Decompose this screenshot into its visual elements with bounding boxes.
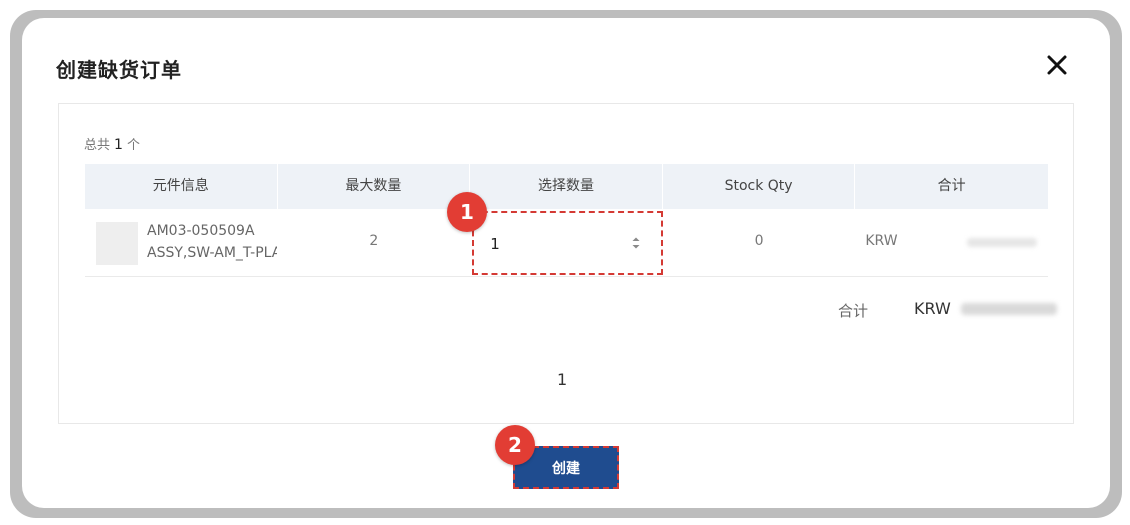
sum-amount-redacted: [961, 303, 1057, 315]
column-header-max-qty: 最大数量: [278, 164, 471, 209]
stock-qty-value: 0: [754, 232, 764, 249]
column-header-stock-qty: Stock Qty: [663, 164, 856, 209]
total-count-line: 总共 1 个: [84, 134, 140, 153]
part-number: AM03-050509A: [147, 222, 255, 239]
sum-label: 合计: [838, 302, 869, 320]
step-badge-1: 1: [447, 192, 487, 232]
order-panel: 总共 1 个 元件信息 最大数量 选择数量 Stock Qty 合计 AM03-05…: [58, 103, 1074, 424]
total-suffix: 个: [126, 138, 140, 153]
part-info-cell: AM03-050509A ASSY,SW-AM_T-PLAI: [85, 209, 278, 277]
table-header: 元件信息 最大数量 选择数量 Stock Qty 合计: [85, 164, 1048, 209]
sum-currency: KRW: [914, 299, 951, 318]
screenshot-frame: 创建缺货订单 总共 1 个 元件信息 最大数量 选择数量 Stock Qty 合计 …: [0, 0, 1130, 525]
row-amount-redacted: [967, 237, 1038, 247]
pagination-page[interactable]: 1: [557, 370, 567, 389]
column-header-total: 合计: [937, 178, 966, 194]
stock-qty-cell: 0: [663, 209, 856, 277]
select-qty-cell: 1: [470, 209, 664, 277]
column-header-part-info: 元件信息: [85, 164, 278, 209]
stepper-arrows-icon[interactable]: [631, 235, 641, 251]
total-count: 1: [114, 137, 123, 153]
close-icon[interactable]: [1044, 52, 1070, 78]
total-cell: KRW: [855, 209, 1048, 277]
max-qty-value: 2: [369, 232, 379, 249]
table-row: AM03-050509A ASSY,SW-AM_T-PLAI 2 1 0 KRW: [85, 209, 1048, 277]
quantity-input[interactable]: 1: [490, 235, 500, 253]
create-backorder-modal: 创建缺货订单 总共 1 个 元件信息 最大数量 选择数量 Stock Qty 合计 …: [22, 18, 1110, 508]
column-header-select-qty: 选择数量: [470, 164, 663, 209]
part-description: ASSY,SW-AM_T-PLAI: [147, 244, 277, 261]
total-prefix: 总共: [84, 138, 111, 153]
row-currency: KRW: [865, 232, 898, 249]
modal-title: 创建缺货订单: [56, 58, 182, 82]
step-badge-2: 2: [495, 425, 535, 465]
part-thumbnail: [96, 221, 138, 265]
max-qty-cell: 2: [278, 209, 471, 277]
quantity-stepper[interactable]: 1: [472, 210, 664, 275]
